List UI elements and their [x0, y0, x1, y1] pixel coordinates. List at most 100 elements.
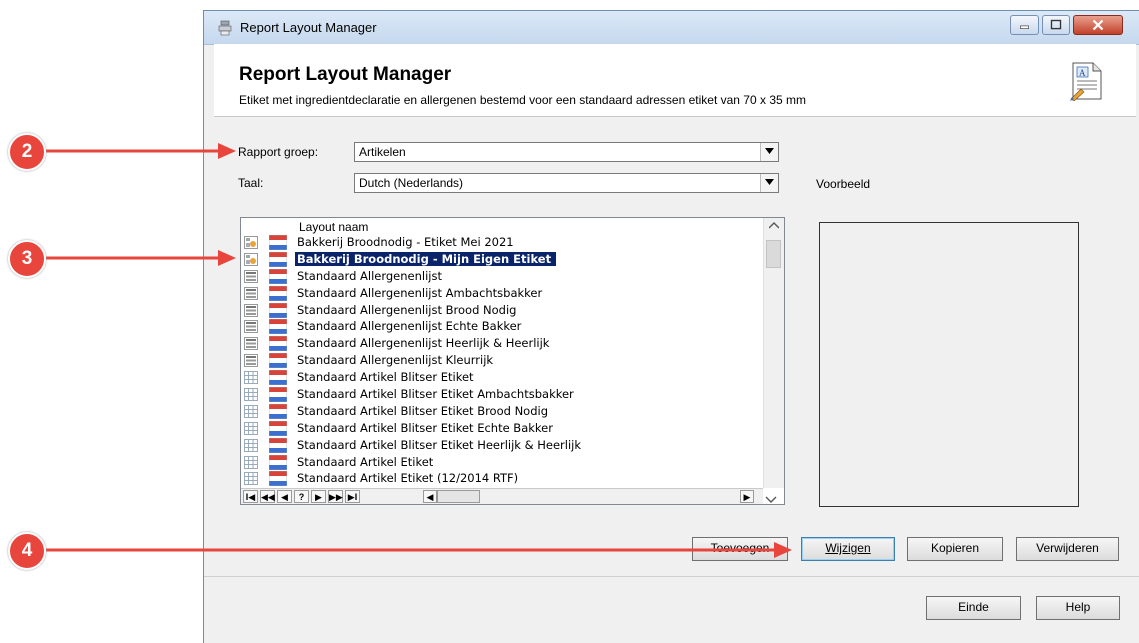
dropdown-arrow-icon[interactable] — [760, 143, 778, 161]
list-item[interactable]: Standaard Artikel Etiket — [241, 454, 765, 471]
column-header-layout-name[interactable]: Layout naam — [299, 220, 368, 234]
list-item[interactable]: Standaard Allergenenlijst Kleurrijk — [241, 352, 765, 369]
help-record-button[interactable]: ? — [294, 490, 309, 503]
layout-name: Standaard Allergenenlijst Heerlijk & Hee… — [297, 336, 550, 351]
list-layout-icon — [244, 354, 258, 368]
close-window-button[interactable] — [1073, 15, 1123, 35]
last-record-button[interactable]: ▶I — [345, 490, 360, 503]
list-item[interactable]: Standaard Artikel Blitser Etiket Echte B… — [241, 420, 765, 437]
layout-rows: Bakkerij Broodnodig - Etiket Mei 2021 Bak… — [241, 234, 765, 487]
layout-name: Standaard Allergenenlijst Ambachtsbakker — [297, 285, 543, 300]
annotation-marker-4: 4 — [8, 532, 46, 570]
minimize-icon — [1020, 25, 1029, 29]
add-button[interactable]: Toevoegen — [692, 537, 788, 561]
dutch-flag-icon — [269, 471, 287, 487]
prev-record-button[interactable]: ◀ — [277, 490, 292, 503]
layout-name: Standaard Allergenenlijst — [297, 268, 442, 283]
scroll-up-icon[interactable] — [769, 222, 779, 229]
edit-button[interactable]: Wijzigen — [801, 537, 895, 561]
dutch-flag-icon — [269, 403, 287, 419]
app-icon — [218, 20, 232, 36]
dutch-flag-icon — [269, 268, 287, 284]
list-item[interactable]: Standaard Artikel Blitser Etiket — [241, 369, 765, 386]
layout-name: Standaard Artikel Blitser Etiket Echte B… — [297, 420, 553, 435]
dutch-flag-icon — [269, 235, 287, 250]
dutch-flag-icon — [269, 302, 287, 318]
layout-name: Bakkerij Broodnodig - Mijn Eigen Etiket — [295, 251, 557, 266]
scroll-right-button[interactable]: ▶ — [740, 490, 754, 503]
delete-button-label: Verwijderen — [1036, 541, 1099, 555]
help-button[interactable]: Help — [1036, 596, 1120, 620]
annotation-marker-2: 2 — [8, 133, 46, 171]
language-select[interactable]: Dutch (Nederlands) — [354, 173, 779, 193]
dutch-flag-icon — [269, 454, 287, 470]
layout-list[interactable]: Layout naam Bakkerij Broodnodig - Etiket… — [240, 217, 785, 505]
list-item[interactable]: Standaard Allergenenlijst — [241, 268, 765, 285]
list-item[interactable]: Standaard Allergenenlijst Heerlijk & Hee… — [241, 335, 765, 352]
list-item[interactable]: Standaard Allergenenlijst Echte Bakker — [241, 318, 765, 335]
dutch-flag-icon — [269, 353, 287, 369]
layout-name: Standaard Artikel Etiket — [297, 454, 434, 469]
layout-name: Standaard Artikel Blitser Etiket Brood N… — [297, 403, 549, 418]
list-item[interactable]: Standaard Artikel Etiket (12/2014 RTF) — [241, 470, 765, 487]
separator — [204, 576, 1139, 577]
language-value: Dutch (Nederlands) — [359, 176, 464, 190]
copy-button[interactable]: Kopieren — [907, 537, 1003, 561]
list-layout-icon — [244, 269, 258, 283]
header-panel: Report Layout Manager Etiket met ingredi… — [214, 44, 1136, 117]
layout-name: Standaard Allergenenlijst Kleurrijk — [297, 353, 494, 368]
header-title: Report Layout Manager — [239, 64, 452, 85]
horizontal-scroll-thumb[interactable] — [437, 490, 480, 503]
list-layout-icon — [244, 337, 258, 351]
grid-layout-icon — [244, 472, 258, 486]
close-button[interactable]: Einde — [926, 596, 1021, 620]
maximize-icon — [1050, 19, 1062, 30]
scroll-left-button[interactable]: ◀ — [423, 490, 437, 503]
document-icon: A — [1070, 62, 1102, 101]
layout-name: Standaard Allergenenlijst Echte Bakker — [297, 319, 522, 334]
dutch-flag-icon — [269, 420, 287, 436]
report-group-label: Rapport groep: — [238, 145, 319, 159]
vertical-scrollbar[interactable] — [763, 218, 784, 488]
layout-name: Standaard Artikel Blitser Etiket Ambacht… — [297, 387, 574, 402]
grid-layout-icon — [244, 421, 258, 435]
dutch-flag-icon — [269, 251, 287, 267]
dropdown-arrow-icon[interactable] — [760, 174, 778, 192]
list-layout-icon — [244, 303, 258, 317]
annotation-marker-3: 3 — [8, 240, 46, 278]
vertical-scroll-thumb[interactable] — [766, 240, 781, 268]
report-group-select[interactable]: Artikelen — [354, 142, 779, 162]
layout-name: Standaard Artikel Blitser Etiket Heerlij… — [297, 437, 582, 452]
next-record-button[interactable]: ▶ — [311, 490, 326, 503]
list-item[interactable]: Standaard Artikel Blitser Etiket Ambacht… — [241, 386, 765, 403]
list-item[interactable]: Standaard Allergenenlijst Ambachtsbakker — [241, 285, 765, 302]
report-layout-manager-window: Report Layout Manager Report Layout Mana… — [203, 10, 1139, 643]
close-icon — [1092, 19, 1104, 31]
custom-layout-icon — [244, 252, 258, 266]
window-title: Report Layout Manager — [240, 20, 377, 35]
list-item[interactable]: Bakkerij Broodnodig - Mijn Eigen Etiket — [241, 251, 765, 268]
first-record-button[interactable]: I◀ — [243, 490, 258, 503]
grid-layout-icon — [244, 388, 258, 402]
grid-layout-icon — [244, 371, 258, 385]
dutch-flag-icon — [269, 437, 287, 453]
list-item[interactable]: Standaard Allergenenlijst Brood Nodig — [241, 302, 765, 319]
prev-page-button[interactable]: ◀◀ — [260, 490, 275, 503]
dutch-flag-icon — [269, 336, 287, 352]
scroll-down-icon[interactable] — [764, 495, 778, 504]
maximize-button[interactable] — [1042, 15, 1070, 35]
custom-layout-icon — [244, 236, 258, 249]
list-item[interactable]: Standaard Artikel Blitser Etiket Heerlij… — [241, 437, 765, 454]
report-group-value: Artikelen — [359, 145, 406, 159]
minimize-button[interactable] — [1010, 15, 1039, 35]
dutch-flag-icon — [269, 387, 287, 403]
list-item[interactable]: Bakkerij Broodnodig - Etiket Mei 2021 — [241, 234, 765, 251]
record-navigator: ◀ ▶ I◀ ◀◀ ◀? ▶ ▶▶ ▶I — [241, 488, 763, 504]
language-label: Taal: — [238, 176, 264, 190]
delete-button[interactable]: Verwijderen — [1016, 537, 1119, 561]
list-item[interactable]: Standaard Artikel Blitser Etiket Brood N… — [241, 403, 765, 420]
edit-button-label: Wijzigen — [825, 541, 871, 555]
next-page-button[interactable]: ▶▶ — [328, 490, 343, 503]
grid-layout-icon — [244, 404, 258, 418]
title-bar[interactable]: Report Layout Manager — [204, 11, 1139, 45]
